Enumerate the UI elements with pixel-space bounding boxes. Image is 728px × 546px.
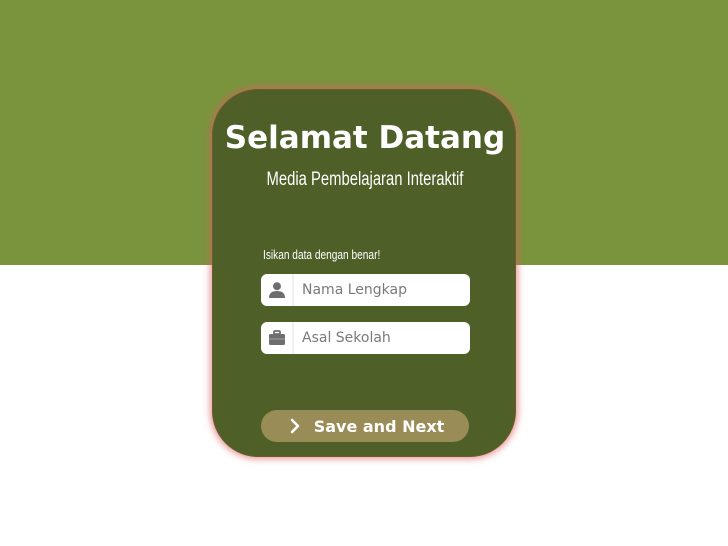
name-field xyxy=(261,274,470,306)
page-subtitle: Media Pembelajaran Interaktif xyxy=(266,169,464,190)
briefcase-icon xyxy=(261,322,293,354)
save-and-next-button[interactable]: Save and Next xyxy=(261,410,469,442)
school-input[interactable] xyxy=(297,322,470,354)
name-input[interactable] xyxy=(297,274,470,306)
page-title: Selamat Datang xyxy=(224,120,506,156)
user-icon xyxy=(261,274,293,306)
field-divider xyxy=(292,322,294,354)
chevron-right-icon xyxy=(286,417,304,435)
field-divider xyxy=(292,274,294,306)
school-field xyxy=(261,322,470,354)
welcome-card: Selamat Datang Media Pembelajaran Intera… xyxy=(212,89,516,457)
form-instruction: Isikan data dengan benar! xyxy=(263,247,381,262)
save-and-next-label: Save and Next xyxy=(313,416,445,436)
